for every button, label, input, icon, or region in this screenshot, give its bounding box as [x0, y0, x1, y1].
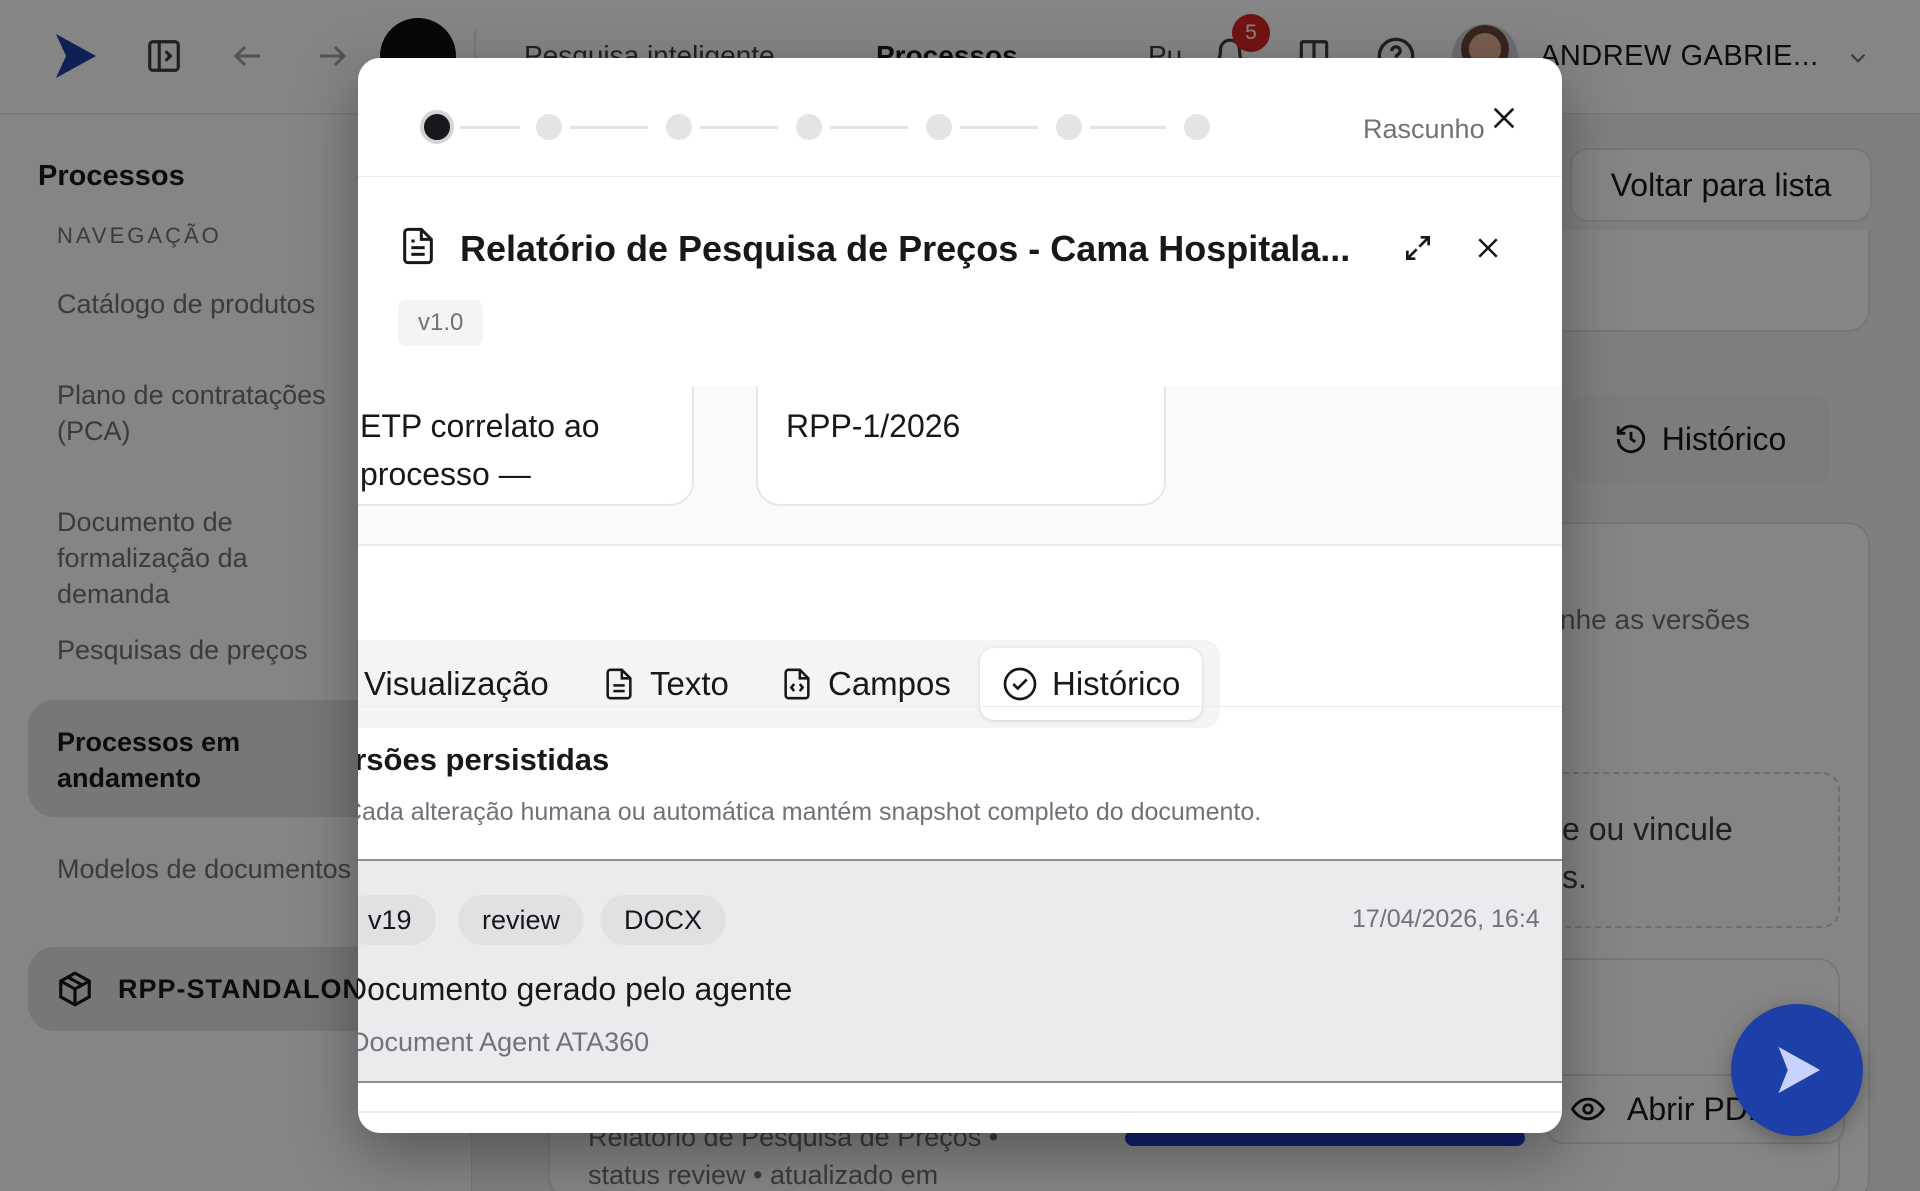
- history-section-subtitle: Cada alteração humana ou automática mant…: [358, 798, 1262, 826]
- tab-visualizacao-label: Visualização: [364, 665, 549, 702]
- history-entry[interactable]: v19 review DOCX 17/04/2026, 16:4 Documen…: [358, 859, 1562, 1083]
- step-connector: [830, 126, 908, 129]
- step-2[interactable]: [536, 114, 562, 140]
- entry-title: Documento gerado pelo agente: [358, 971, 793, 1007]
- version-tag: v1.0: [398, 300, 484, 346]
- info-card-etp: ETP correlato ao processo —: [358, 386, 694, 506]
- history-section-title: Versões persistidas: [358, 742, 610, 777]
- status-label: Rascunho: [1363, 114, 1485, 144]
- tab-texto[interactable]: Texto: [602, 648, 729, 720]
- expand-icon[interactable]: [1398, 228, 1438, 268]
- tab-campos[interactable]: Campos: [780, 648, 951, 720]
- step-7[interactable]: [1184, 114, 1210, 140]
- step-3[interactable]: [666, 114, 692, 140]
- step-connector: [570, 126, 648, 129]
- document-modal: Rascunho Relatório de Pesquisa de Preços…: [358, 58, 1562, 1133]
- format-pill: DOCX: [600, 895, 727, 945]
- step-6[interactable]: [1056, 114, 1082, 140]
- tab-historico[interactable]: Histórico: [980, 648, 1203, 720]
- check-circle-icon: [1003, 667, 1037, 701]
- step-5[interactable]: [926, 114, 952, 140]
- step-1[interactable]: [420, 110, 454, 144]
- tab-texto-label: Texto: [650, 665, 729, 702]
- assistant-fab[interactable]: [1731, 1004, 1863, 1136]
- document-title: Relatório de Pesquisa de Preços - Cama H…: [460, 228, 1351, 269]
- step-connector: [960, 126, 1038, 129]
- step-connector: [1090, 126, 1166, 129]
- list-bottom-divider: [358, 1111, 1562, 1113]
- progress-stepper: [420, 108, 1220, 144]
- step-connector: [700, 126, 778, 129]
- step-4[interactable]: [796, 114, 822, 140]
- tab-bar: Visualização Texto Campos Histórico: [358, 640, 1220, 728]
- close-icon[interactable]: [1468, 228, 1508, 268]
- file-text-icon: [606, 668, 632, 700]
- tab-campos-label: Campos: [828, 665, 951, 702]
- info-cards-strip: ETP correlato ao processo — RPP-1/2026: [358, 386, 1562, 546]
- tab-historico-label: Histórico: [1052, 665, 1181, 702]
- status-pill: review: [458, 895, 585, 945]
- version-pill: v19: [358, 895, 436, 945]
- step-connector: [460, 126, 520, 129]
- file-code-icon: [784, 668, 810, 700]
- close-stepper-icon[interactable]: [1484, 98, 1524, 138]
- info-card-rpp: RPP-1/2026: [756, 386, 1166, 506]
- tabs-divider: [358, 706, 1562, 707]
- play-logo-icon: [1778, 1046, 1821, 1094]
- entry-author: Document Agent ATA360: [358, 1027, 650, 1057]
- entry-timestamp: 17/04/2026, 16:4: [1352, 905, 1540, 933]
- header-divider: [358, 176, 1562, 177]
- document-icon: [403, 227, 433, 265]
- tab-visualizacao[interactable]: Visualização: [364, 648, 549, 720]
